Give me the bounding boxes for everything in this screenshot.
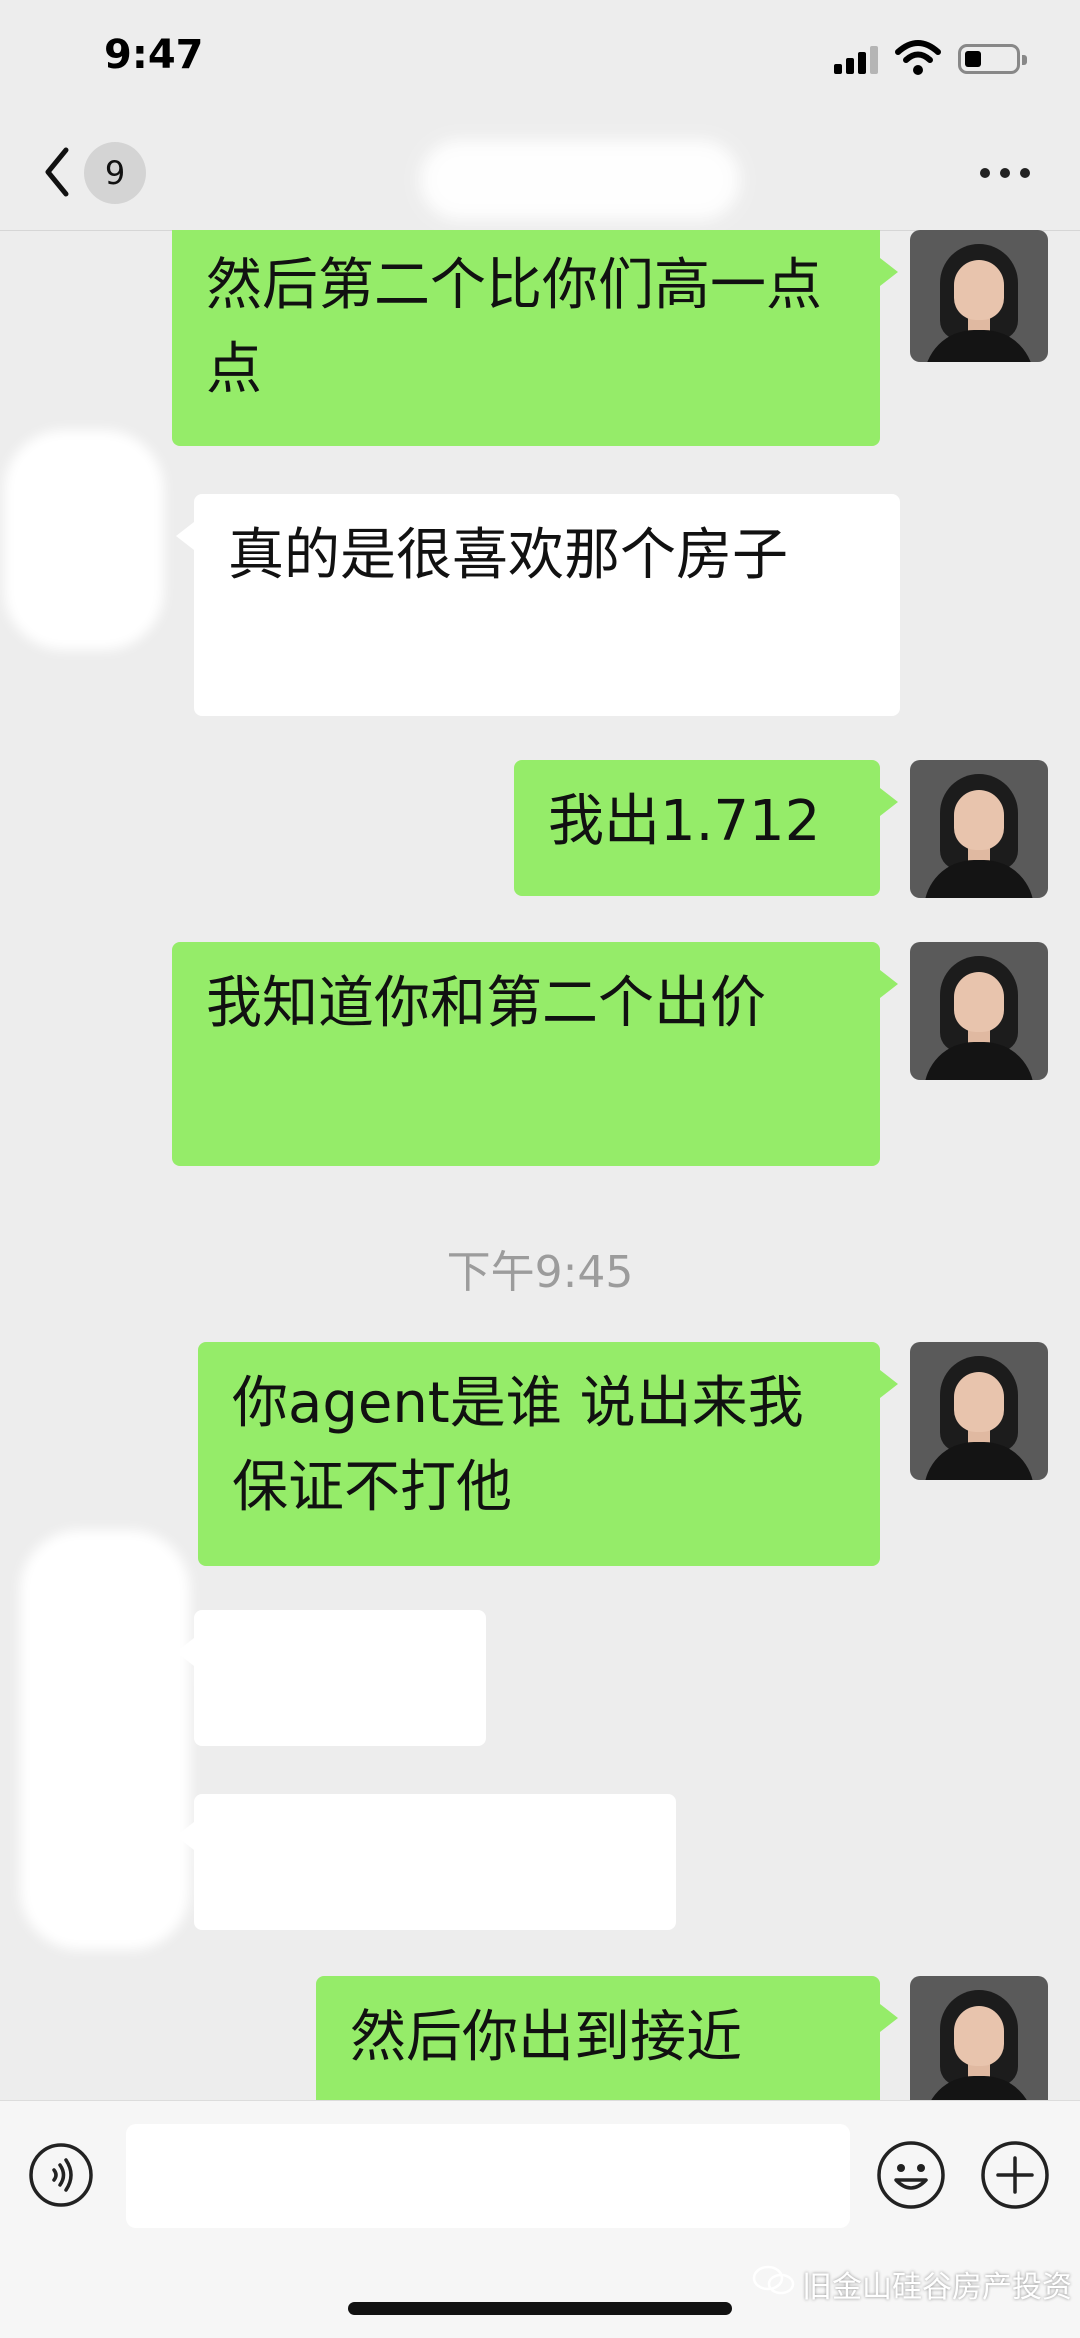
avatar[interactable] xyxy=(910,1976,1048,2100)
wifi-icon xyxy=(895,40,941,75)
redacted-text xyxy=(200,1640,450,1710)
wechat-icon xyxy=(752,2265,795,2295)
message-bubble-sent[interactable]: 我知道你和第二个出价 xyxy=(172,942,898,1166)
avatar[interactable] xyxy=(910,760,1048,898)
signal-icon xyxy=(834,46,880,74)
unread-badge[interactable]: 9 xyxy=(84,142,146,204)
more-icon[interactable] xyxy=(980,168,1032,180)
message-bubble-sent[interactable]: 然后第二个比你们高一点点 xyxy=(172,230,898,446)
emoji-icon[interactable] xyxy=(876,2140,946,2210)
status-bar: 9:47 xyxy=(0,0,1080,120)
message-bubble-sent[interactable]: 然后你出到接近 xyxy=(316,1976,898,2100)
contact-name-redacted xyxy=(420,140,740,220)
voice-icon[interactable] xyxy=(28,2142,94,2208)
message-bubble-sent[interactable]: 你agent是谁 说出来我保证不打他 xyxy=(198,1342,898,1566)
plus-icon[interactable] xyxy=(980,2140,1050,2210)
redacted-avatar xyxy=(20,1530,190,1950)
redacted-text xyxy=(200,1824,640,1894)
home-indicator xyxy=(348,2302,732,2315)
battery-icon xyxy=(958,44,1027,74)
back-chevron-icon[interactable] xyxy=(38,142,78,202)
avatar[interactable] xyxy=(910,1342,1048,1480)
redacted-avatar xyxy=(4,430,164,650)
avatar[interactable] xyxy=(910,942,1048,1080)
status-time: 9:47 xyxy=(104,32,204,78)
message-timestamp: 下午9:45 xyxy=(446,1247,634,1298)
message-bubble-received[interactable]: 真的是很喜欢那个房子 xyxy=(176,494,900,716)
avatar[interactable] xyxy=(910,230,1048,362)
message-input[interactable] xyxy=(126,2124,850,2228)
message-bubble-sent[interactable]: 我出1.712 xyxy=(514,760,898,896)
watermark: 旧金山硅谷房产投资 xyxy=(802,2270,1072,2305)
